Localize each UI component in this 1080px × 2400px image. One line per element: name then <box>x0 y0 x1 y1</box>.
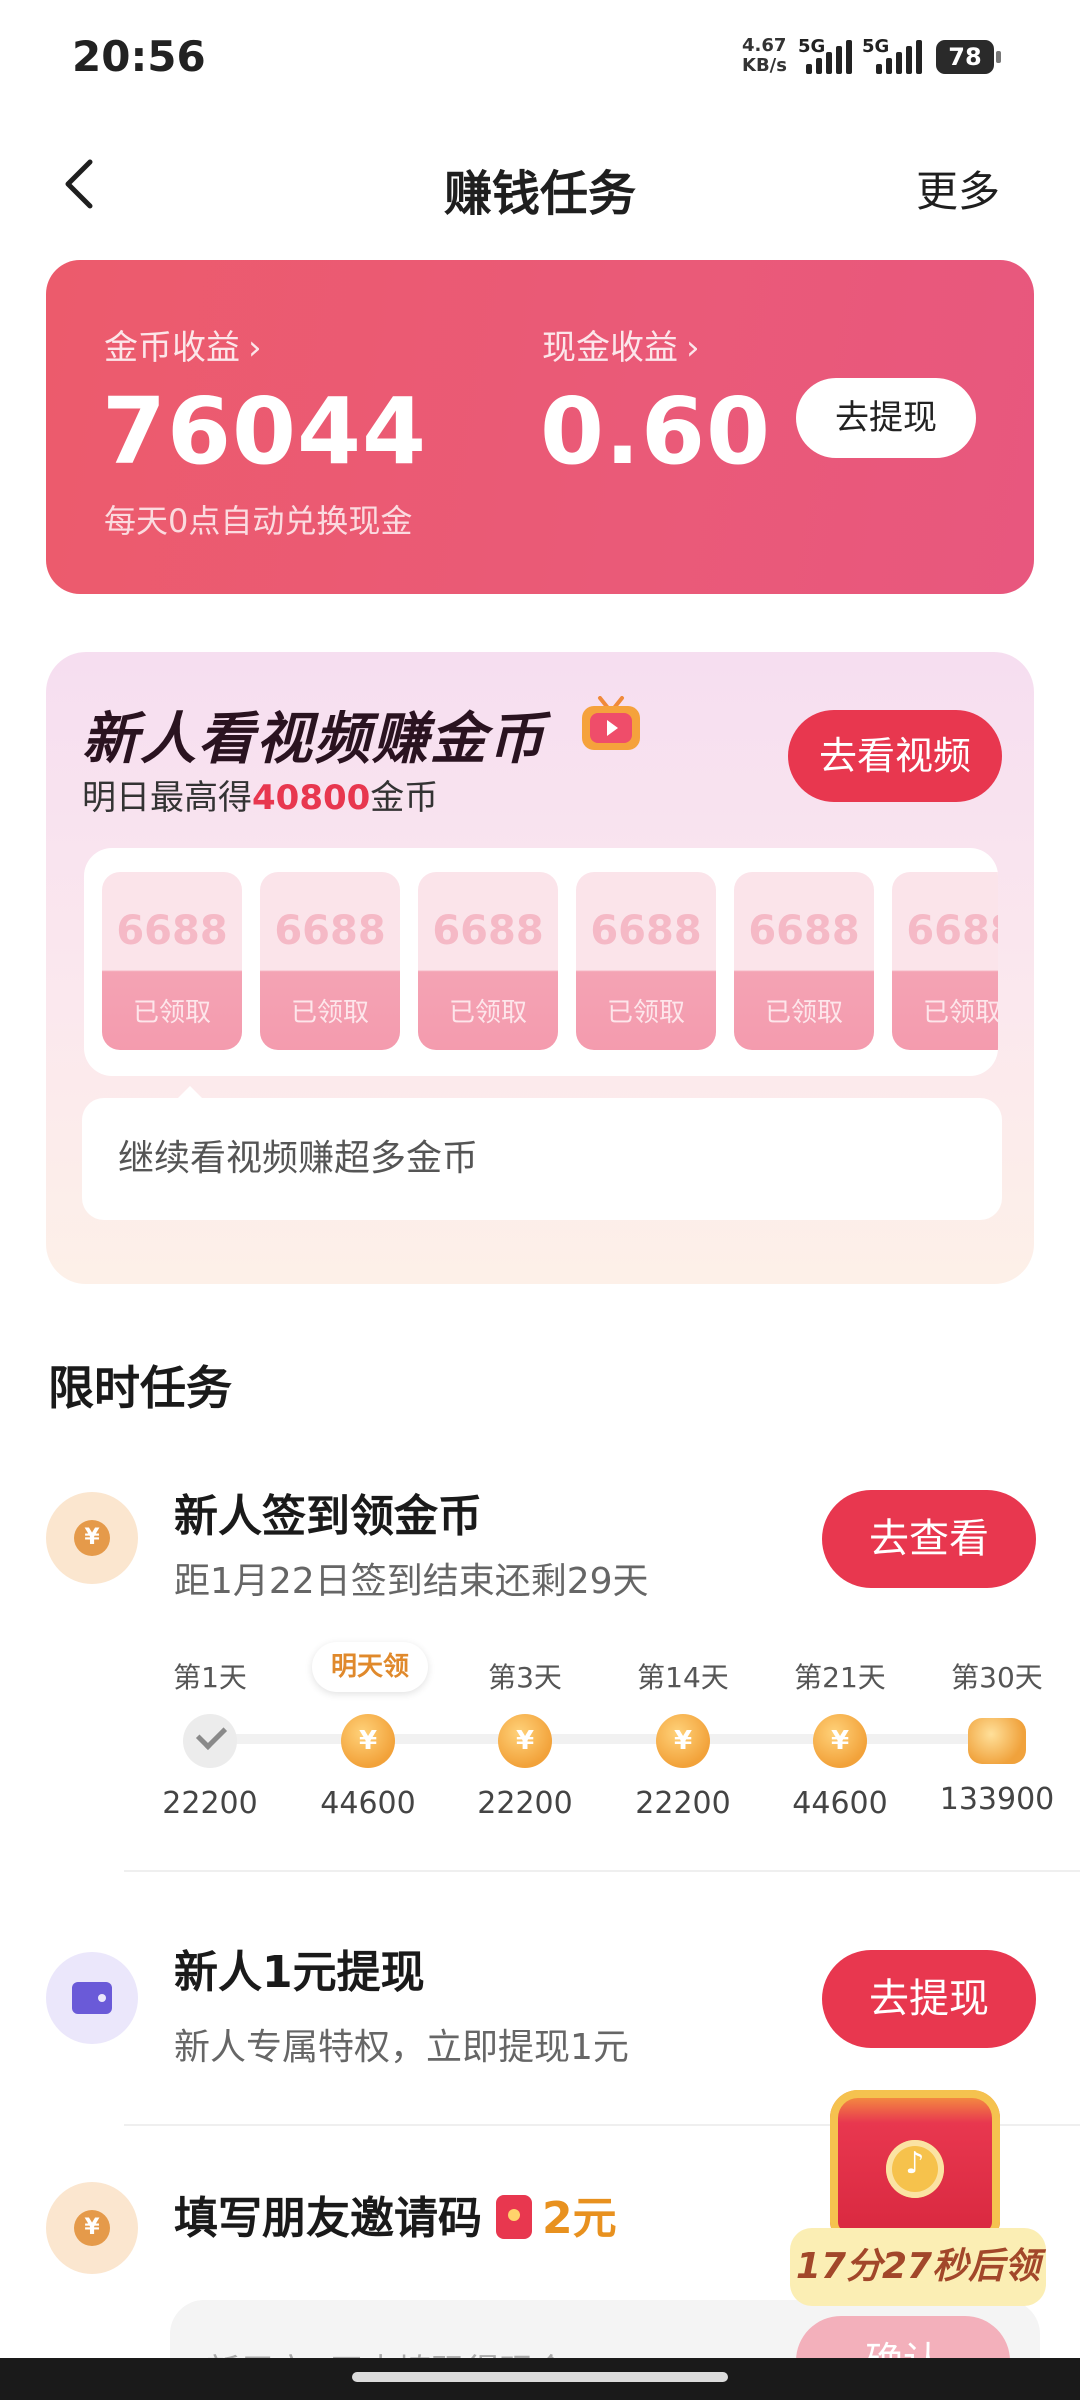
battery-icon: 78 <box>936 40 1001 74</box>
continue-watching-bar[interactable]: 继续看视频赚超多金币 <box>82 1098 1002 1220</box>
coin-icon: ¥ <box>498 1714 552 1768</box>
task-name: 新人签到领金币 <box>174 1491 482 1542</box>
view-checkin-button[interactable]: 去查看 <box>822 1490 1036 1588</box>
auto-exchange-note: 每天0点自动兑换现金 <box>104 502 413 540</box>
home-indicator[interactable] <box>352 2372 728 2382</box>
network-speed: 4.67 KB/s <box>742 35 787 76</box>
video-promo-card: 新人看视频赚金币 明日最高得40800金币 去看视频 6688 已领取 6688… <box>46 652 1034 1284</box>
checkin-day: 第30天 133900 <box>939 1661 1055 1817</box>
task-desc: 距1月22日签到结束还剩29天 <box>174 1561 649 1602</box>
signal-icon-2 <box>876 38 926 74</box>
cash-earnings-value: 0.60 <box>540 378 771 485</box>
divider <box>124 1870 1080 1872</box>
checkmark-icon <box>183 1714 237 1768</box>
reward-tile: 6688 已领取 <box>576 872 716 1050</box>
chest-lock-icon <box>886 2140 944 2198</box>
task-name: 新人1元提现 <box>174 1947 425 1998</box>
checkin-day: ¥ 44600 <box>293 1656 443 1821</box>
coin-icon: ¥ <box>341 1714 395 1768</box>
reward-tile: 6688 已领取 <box>260 872 400 1050</box>
chevron-right-icon: › <box>248 328 262 368</box>
coin-earnings-value: 76044 <box>102 378 428 485</box>
reward-tile: 6688 已领取 <box>102 872 242 1050</box>
reward-tile: 6688 已领取 <box>418 872 558 1050</box>
promo-title: 新人看视频赚金币 <box>82 707 546 772</box>
red-packet-icon <box>496 2195 532 2239</box>
more-button[interactable]: 更多 <box>916 158 1000 219</box>
coin-stack-icon <box>968 1718 1026 1764</box>
gesture-bar <box>0 2358 1080 2400</box>
checkin-day: 第1天 22200 <box>162 1661 258 1821</box>
withdraw-one-button[interactable]: 去提现 <box>822 1950 1036 2048</box>
top-nav: 赚钱任务 更多 <box>0 130 1080 240</box>
chevron-right-icon: › <box>686 328 700 368</box>
wallet-icon <box>46 1952 138 2044</box>
floating-chest[interactable]: 17分27秒后领 <box>790 2080 1046 2320</box>
chest-timer: 17分27秒后领 <box>790 2228 1046 2306</box>
coin-icon: ¥ <box>656 1714 710 1768</box>
checkin-day: 第21天 ¥ 44600 <box>792 1661 888 1821</box>
section-title: 限时任务 <box>48 1361 232 1415</box>
withdraw-button[interactable]: 去提现 <box>796 378 976 458</box>
signal-icon <box>806 38 856 74</box>
reward-tile: 6688 已领取 <box>734 872 874 1050</box>
status-bar: 20:56 4.67 KB/s 5G 5G 78 <box>0 0 1080 120</box>
task-name: 填写朋友邀请码 2元 <box>174 2193 617 2244</box>
promo-subtitle: 明日最高得40800金币 <box>82 778 439 818</box>
checkin-day: 第3天 ¥ 22200 <box>477 1661 573 1821</box>
cash-earnings-link[interactable]: 现金收益 › <box>542 320 700 369</box>
watch-video-button[interactable]: 去看视频 <box>788 710 1002 802</box>
checkin-timeline: 明天领 第1天 22200 ¥ 44600 第3天 ¥ 22200 第14天 ¥… <box>0 1640 1080 1821</box>
tv-icon <box>580 696 642 752</box>
task-desc: 新人专属特权，立即提现1元 <box>174 2027 629 2068</box>
coin-icon: ¥ <box>46 1492 138 1584</box>
coin-icon: ¥ <box>46 2182 138 2274</box>
coin-icon: ¥ <box>813 1714 867 1768</box>
checkin-day: 第14天 ¥ 22200 <box>635 1661 731 1821</box>
status-time: 20:56 <box>72 32 206 81</box>
earnings-card: 金币收益 › 76044 现金收益 › 0.60 每天0点自动兑换现金 去提现 <box>46 260 1034 594</box>
reward-amount: 2元 <box>542 2193 617 2244</box>
reward-tiles-strip[interactable]: 6688 已领取 6688 已领取 6688 已领取 6688 已领取 6688… <box>84 848 998 1076</box>
coin-earnings-link[interactable]: 金币收益 › <box>104 320 262 369</box>
reward-tile: 6688 已领取 <box>892 872 998 1050</box>
